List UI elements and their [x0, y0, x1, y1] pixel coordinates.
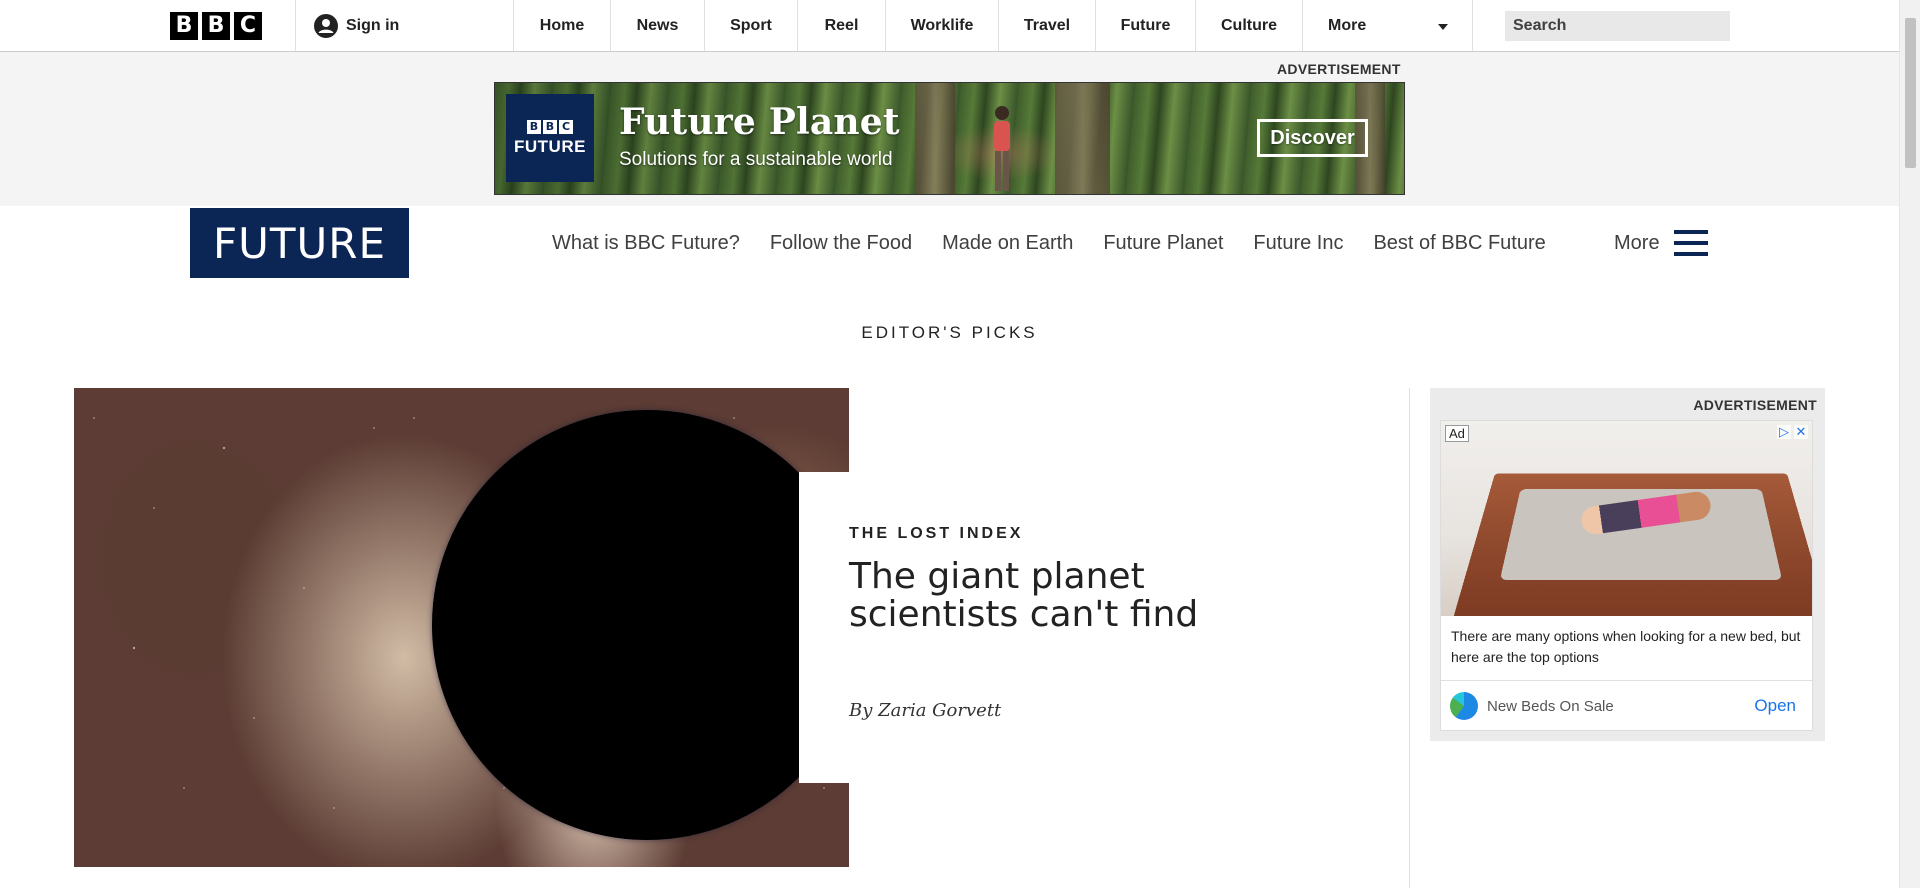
advertisement-label: ADVERTISEMENT [1277, 61, 1401, 77]
nav-home[interactable]: Home [513, 0, 610, 51]
section-nav-best-of-bbc-future[interactable]: Best of BBC Future [1373, 232, 1545, 255]
ad-photo-bed: Ad ▷ ✕ [1441, 421, 1812, 616]
sidebar-ad-card[interactable]: Ad ▷ ✕ There are many options when looki… [1440, 420, 1813, 731]
banner-subtitle: Solutions for a sustainable world [619, 149, 893, 170]
nav-reel[interactable]: Reel [797, 0, 885, 51]
section-more-button[interactable]: More [1614, 208, 1708, 278]
logo-letter: C [234, 12, 262, 40]
ad-footer: New Beds On Sale Open [1441, 680, 1812, 731]
nav-more-label: More [1328, 16, 1367, 34]
hamburger-menu-icon [1673, 230, 1708, 256]
section-nav-what-is-bbc-future[interactable]: What is BBC Future? [552, 232, 740, 255]
article-byline: By Zaria Gorvett [849, 700, 1002, 721]
dark-planet-graphic [432, 410, 849, 840]
global-nav: Home News Sport Reel Worklife Travel Fut… [513, 0, 1473, 51]
advertiser-name: New Beds On Sale [1487, 697, 1614, 715]
nav-future[interactable]: Future [1095, 0, 1195, 51]
logo-letter: B [543, 119, 557, 134]
bbc-logo[interactable]: B B C [170, 12, 262, 40]
logo-letter: B [170, 12, 198, 40]
section-nav-future-planet[interactable]: Future Planet [1103, 232, 1223, 255]
advertisement-label: ADVERTISEMENT [1693, 397, 1817, 413]
article-kicker[interactable]: THE LOST INDEX [849, 525, 1023, 543]
discover-button[interactable]: Discover [1257, 119, 1368, 157]
section-nav: What is BBC Future? Follow the Food Made… [552, 208, 1576, 278]
column-divider [1409, 388, 1410, 888]
sidebar-ad: ADVERTISEMENT Ad ▷ ✕ There are many opti… [1430, 388, 1825, 741]
ad-tag-badge: Ad [1445, 425, 1469, 442]
ad-body-text: There are many options when looking for … [1451, 628, 1801, 665]
future-planet-banner-ad[interactable]: B B C FUTURE Future Planet Solutions for… [494, 82, 1405, 195]
tree-trunk-graphic [1055, 83, 1110, 194]
nav-news[interactable]: News [610, 0, 704, 51]
person-figure [994, 106, 1010, 191]
article-headline[interactable]: The giant planet scientists can't find [849, 558, 1249, 634]
section-nav-made-on-earth[interactable]: Made on Earth [942, 232, 1073, 255]
section-nav-future-inc[interactable]: Future Inc [1253, 232, 1343, 255]
future-section-logo[interactable]: FUTURE [190, 208, 409, 278]
sign-in-button[interactable]: Sign in [314, 0, 399, 51]
tree-trunk-graphic [915, 83, 955, 194]
search-box [1505, 10, 1734, 42]
nav-more-dropdown[interactable]: More [1302, 0, 1473, 51]
section-more-label: More [1614, 231, 1660, 254]
page-scrollbar[interactable] [1899, 0, 1920, 888]
divider [295, 0, 296, 51]
sign-in-label: Sign in [346, 16, 400, 34]
mini-bbc-logo: B B C [527, 119, 573, 134]
user-icon [314, 13, 338, 38]
top-ad-band: ADVERTISEMENT B B C FUTURE Future Planet… [0, 52, 1899, 206]
nav-culture[interactable]: Culture [1195, 0, 1302, 51]
badge-word: FUTURE [514, 136, 586, 156]
section-nav-follow-the-food[interactable]: Follow the Food [770, 232, 912, 255]
logo-letter: B [527, 119, 541, 134]
close-icon[interactable]: ✕ [1794, 424, 1808, 439]
scrollbar-thumb[interactable] [1905, 18, 1916, 168]
nav-travel[interactable]: Travel [998, 0, 1095, 51]
nav-worklife[interactable]: Worklife [885, 0, 998, 51]
open-button[interactable]: Open [1754, 696, 1796, 716]
bbc-future-badge: B B C FUTURE [506, 94, 594, 182]
logo-letter: C [559, 119, 573, 134]
ad-choices: ▷ ✕ [1777, 424, 1808, 439]
article-hero-image[interactable] [74, 388, 849, 867]
global-header: B B C Sign in Home News Sport Reel Workl… [0, 0, 1899, 52]
logo-letter: B [202, 12, 230, 40]
banner-title: Future Planet [619, 101, 900, 143]
editors-picks-heading: EDITOR'S PICKS [861, 323, 1038, 342]
adchoices-icon[interactable]: ▷ [1777, 424, 1791, 439]
edge-browser-icon [1450, 692, 1478, 720]
search-input[interactable] [1505, 10, 1734, 42]
chevron-down-icon [1438, 24, 1448, 30]
nav-sport[interactable]: Sport [704, 0, 797, 51]
